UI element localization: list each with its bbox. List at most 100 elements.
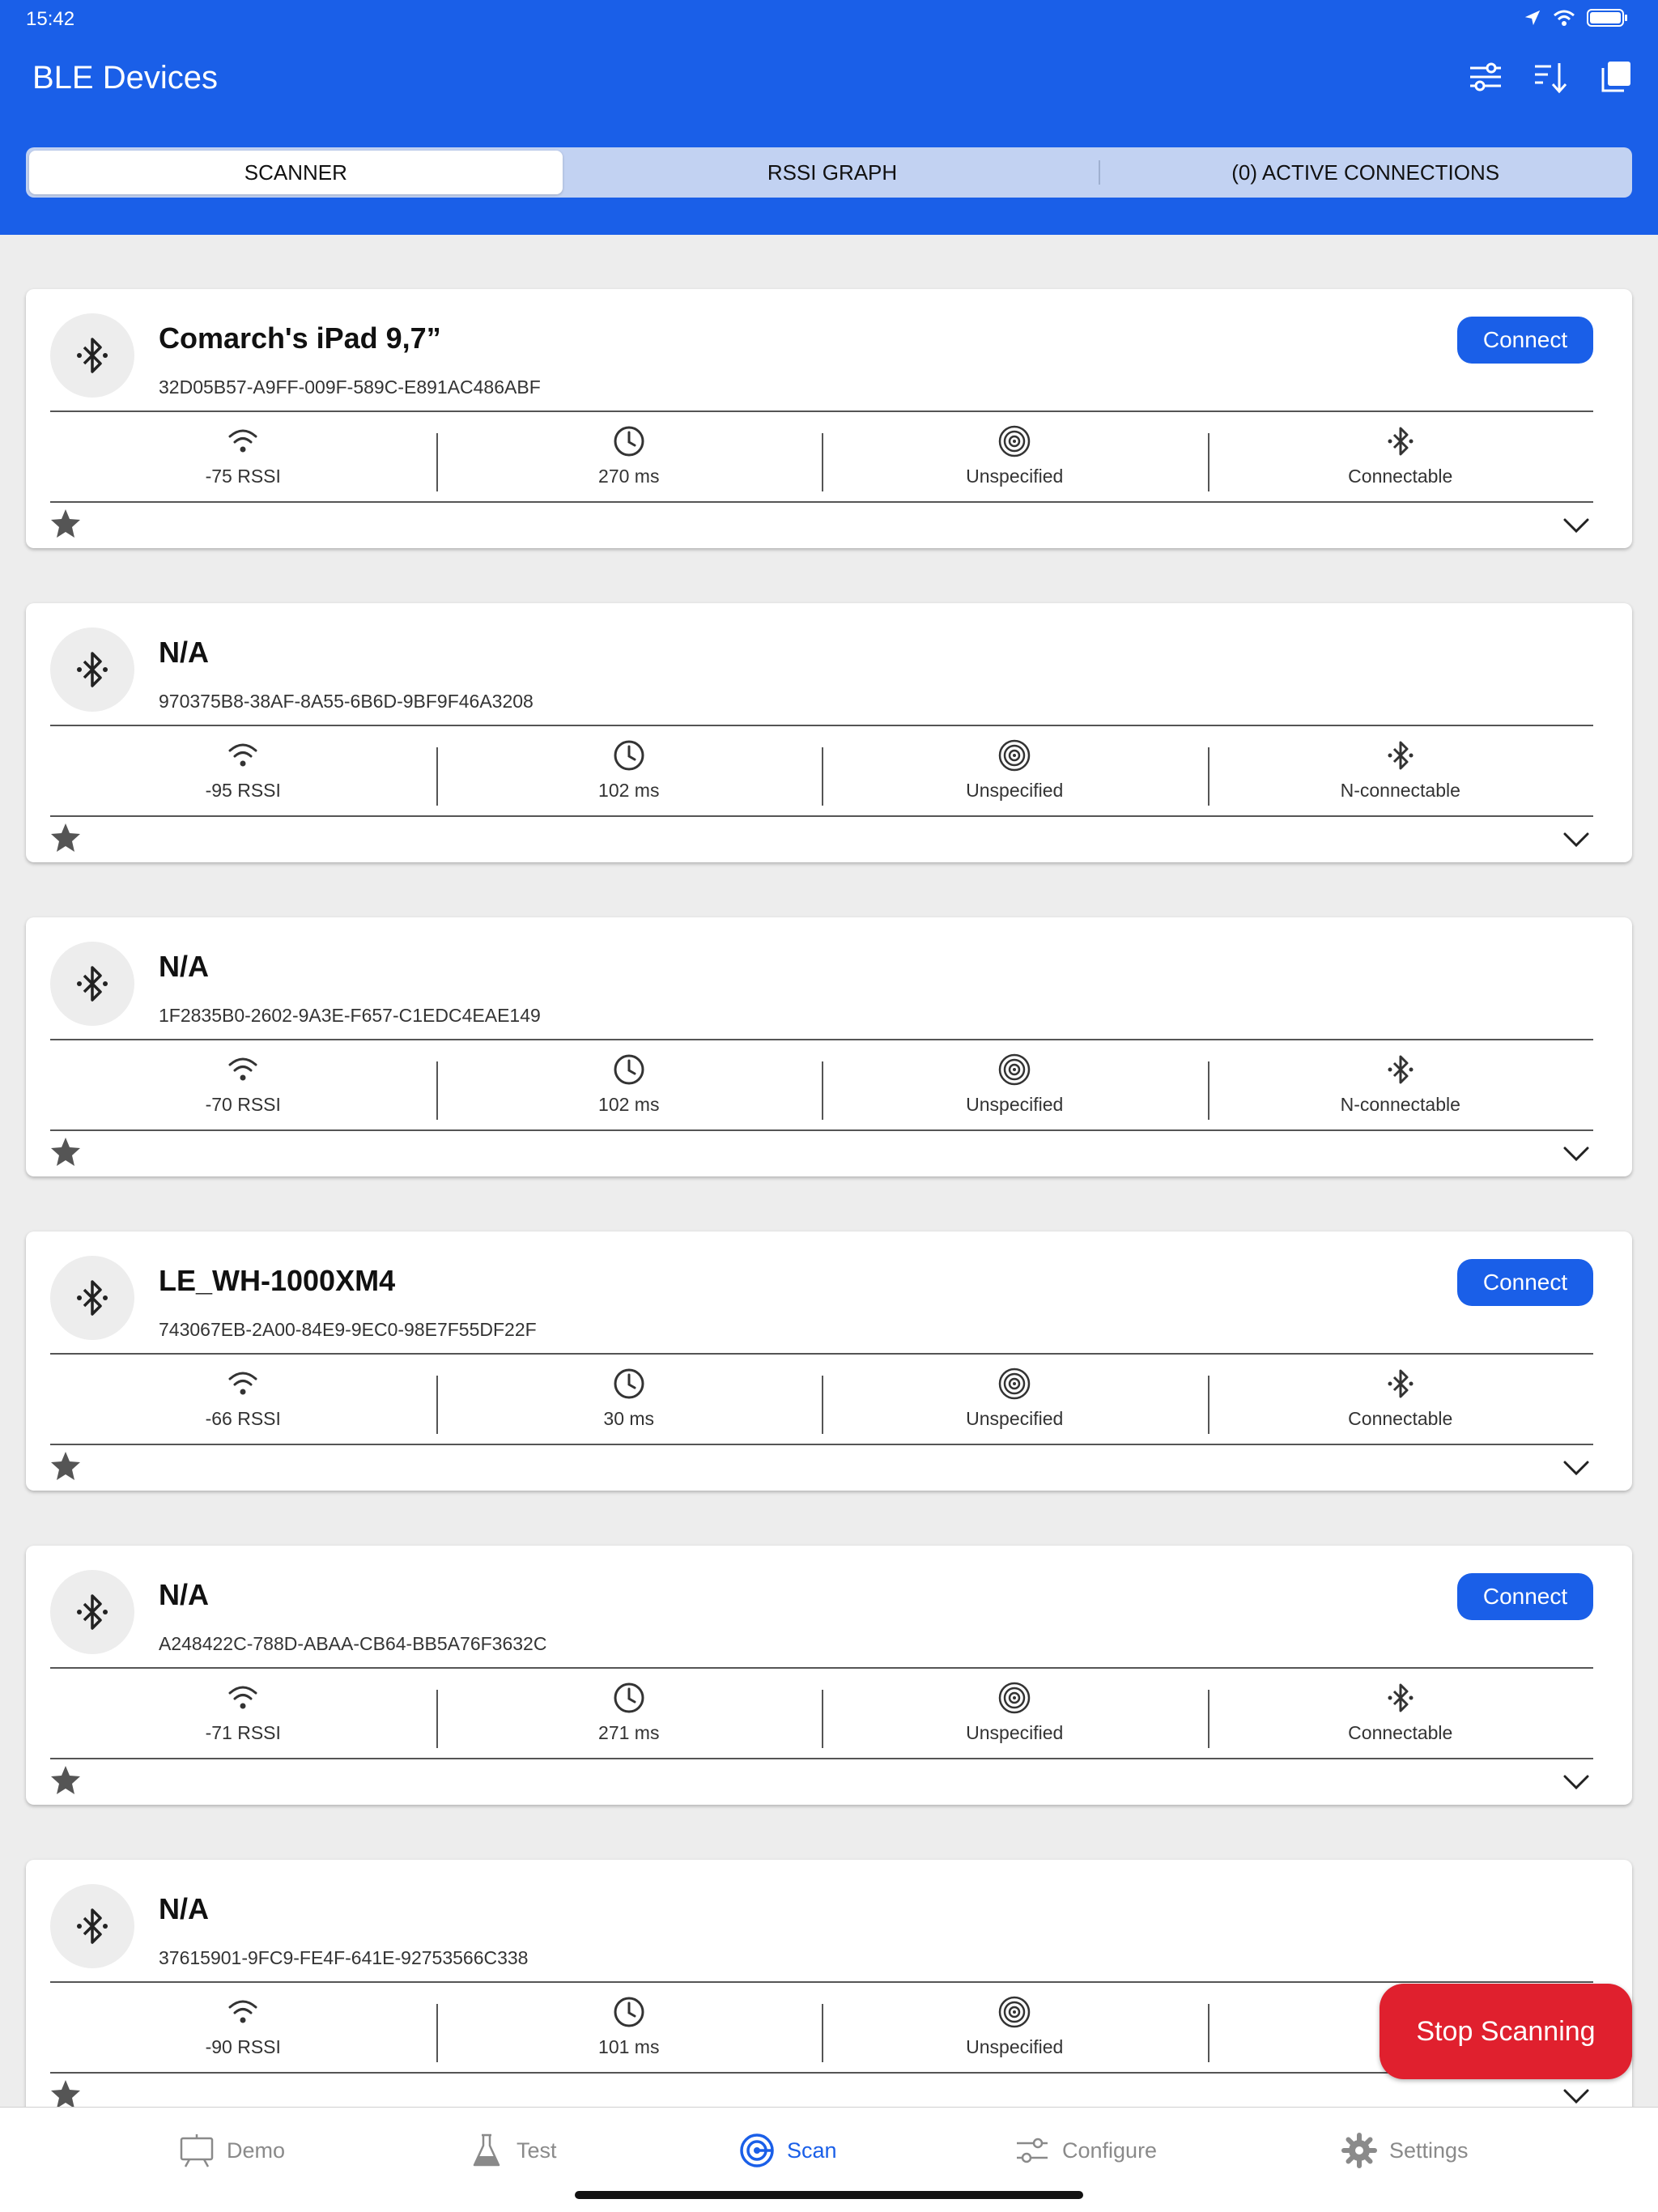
device-uuid: 32D05B57-A9FF-009F-589C-E891AC486ABF xyxy=(159,376,541,398)
divider xyxy=(50,1758,1593,1759)
home-indicator xyxy=(575,2191,1083,2199)
beacon-icon xyxy=(999,739,1031,772)
device-uuid: 1F2835B0-2602-9A3E-F657-C1EDC4EAE149 xyxy=(159,1005,541,1026)
device-uuid: 37615901-9FC9-FE4F-641E-92753566C338 xyxy=(159,1947,529,1968)
wifi-signal-icon xyxy=(228,1372,257,1395)
stat-interval: 270 ms xyxy=(436,423,823,491)
device-stats: -75 RSSI 270 ms Unspecified Connectable xyxy=(50,423,1593,491)
header-actions xyxy=(1467,58,1634,96)
chevron-down-icon[interactable] xyxy=(1562,830,1590,849)
filter-sliders-icon[interactable] xyxy=(1467,58,1504,96)
device-stats: -70 RSSI 102 ms Unspecified N-connectabl… xyxy=(50,1052,1593,1120)
chevron-down-icon[interactable] xyxy=(1562,516,1590,535)
scan-icon xyxy=(740,2133,774,2167)
location-icon xyxy=(1524,10,1541,26)
connect-button[interactable]: Connect xyxy=(1457,1573,1593,1620)
stop-scanning-button[interactable]: Stop Scanning xyxy=(1380,1984,1632,2079)
bottom-tab-settings[interactable]: Settings xyxy=(1341,2132,1469,2169)
favorite-star-icon[interactable] xyxy=(49,1448,83,1482)
bluetooth-icon xyxy=(1388,741,1414,770)
bluetooth-icon xyxy=(77,1908,108,1944)
device-uuid: 970375B8-38AF-8A55-6B6D-9BF9F46A3208 xyxy=(159,691,534,712)
bluetooth-icon xyxy=(77,966,108,1002)
connect-button[interactable]: Connect xyxy=(1457,1259,1593,1306)
stat-beacon: Unspecified xyxy=(822,423,1208,491)
device-card[interactable]: N/A A248422C-788D-ABAA-CB64-BB5A76F3632C… xyxy=(26,1546,1632,1805)
divider xyxy=(50,410,1593,412)
rssi-value: -75 RSSI xyxy=(205,466,281,487)
battery-icon xyxy=(1587,9,1627,27)
divider xyxy=(50,1353,1593,1355)
rssi-value: -90 RSSI xyxy=(205,2036,281,2057)
favorite-star-icon[interactable] xyxy=(49,1763,83,1797)
flask-icon xyxy=(473,2133,500,2167)
connectable-value: N-connectable xyxy=(1340,1094,1460,1115)
sort-icon[interactable] xyxy=(1532,58,1569,96)
favorite-star-icon[interactable] xyxy=(49,2077,83,2107)
bottom-tab-test[interactable]: Test xyxy=(468,2132,557,2169)
device-list: Comarch's iPad 9,7” 32D05B57-A9FF-009F-5… xyxy=(0,235,1658,2107)
chevron-down-icon[interactable] xyxy=(1562,2087,1590,2106)
rssi-value: -66 RSSI xyxy=(205,1408,281,1429)
copy-log-icon[interactable] xyxy=(1596,58,1634,96)
wifi-signal-icon xyxy=(228,1057,257,1081)
bottom-tab-scan[interactable]: Scan xyxy=(738,2132,837,2169)
stat-rssi: -95 RSSI xyxy=(50,738,436,802)
device-name: N/A xyxy=(159,1578,209,1611)
bluetooth-icon xyxy=(77,338,108,373)
interval-value: 102 ms xyxy=(598,780,660,801)
bottom-tab-label: Configure xyxy=(1062,2138,1158,2163)
stat-rssi: -70 RSSI xyxy=(50,1052,436,1117)
bluetooth-icon xyxy=(1388,1369,1414,1398)
tab-scanner[interactable]: SCANNER xyxy=(29,151,563,194)
chevron-down-icon[interactable] xyxy=(1562,1144,1590,1163)
device-uuid: 743067EB-2A00-84E9-9EC0-98E7F55DF22F xyxy=(159,1319,537,1340)
stat-beacon: Unspecified xyxy=(822,1680,1208,1748)
page-title: BLE Devices xyxy=(32,60,218,96)
tab-rssi-graph[interactable]: RSSI GRAPH xyxy=(566,147,1099,198)
bottom-tab-demo[interactable]: Demo xyxy=(178,2132,285,2169)
stat-connectable: Connectable xyxy=(1207,1366,1594,1434)
chevron-down-icon[interactable] xyxy=(1562,1458,1590,1478)
device-card[interactable]: N/A 1F2835B0-2602-9A3E-F657-C1EDC4EAE149… xyxy=(26,917,1632,1176)
beacon-value: Unspecified xyxy=(966,2036,1064,2057)
stat-connectable: Connectable xyxy=(1207,1680,1594,1748)
device-card[interactable]: LE_WH-1000XM4 743067EB-2A00-84E9-9EC0-98… xyxy=(26,1231,1632,1491)
beacon-icon xyxy=(999,1996,1031,2028)
device-card[interactable]: N/A 970375B8-38AF-8A55-6B6D-9BF9F46A3208… xyxy=(26,603,1632,862)
device-card[interactable]: Comarch's iPad 9,7” 32D05B57-A9FF-009F-5… xyxy=(26,289,1632,548)
status-bar: 15:42 xyxy=(0,0,1658,39)
divider xyxy=(50,1129,1593,1131)
bottom-tab-label: Scan xyxy=(787,2138,837,2163)
device-name: Comarch's iPad 9,7” xyxy=(159,321,441,355)
bottom-tab-label: Demo xyxy=(227,2138,286,2163)
tab-active-connections[interactable]: (0) ACTIVE CONNECTIONS xyxy=(1099,147,1632,198)
bluetooth-icon xyxy=(1388,1683,1414,1712)
connectable-value: Connectable xyxy=(1348,1722,1453,1743)
device-stats: -71 RSSI 271 ms Unspecified Connectable xyxy=(50,1680,1594,1748)
bluetooth-icon xyxy=(77,1280,108,1316)
connect-button[interactable]: Connect xyxy=(1457,317,1593,364)
chevron-down-icon[interactable] xyxy=(1562,1772,1590,1792)
presentation-icon xyxy=(180,2134,214,2167)
interval-value: 271 ms xyxy=(598,1722,660,1743)
beacon-icon xyxy=(999,1682,1031,1714)
connectable-value: Connectable xyxy=(1348,1408,1453,1429)
stat-interval: 30 ms xyxy=(436,1366,823,1434)
status-time: 15:42 xyxy=(26,8,75,30)
bluetooth-icon xyxy=(1388,427,1414,456)
rssi-value: -70 RSSI xyxy=(205,1094,281,1115)
device-name: LE_WH-1000XM4 xyxy=(159,1264,396,1297)
beacon-icon xyxy=(999,1053,1031,1086)
device-stats: -95 RSSI 102 ms Unspecified N-connectabl… xyxy=(50,738,1593,806)
stat-rssi: -71 RSSI xyxy=(50,1680,436,1745)
wifi-signal-icon xyxy=(228,1686,257,1709)
stat-interval: 102 ms xyxy=(436,1052,823,1120)
bottom-tab-configure[interactable]: Configure xyxy=(1014,2132,1157,2169)
favorite-star-icon[interactable] xyxy=(49,820,83,854)
beacon-icon xyxy=(999,425,1031,457)
favorite-star-icon[interactable] xyxy=(49,506,83,540)
stat-rssi: -90 RSSI xyxy=(50,1994,436,2059)
beacon-value: Unspecified xyxy=(966,1094,1064,1115)
favorite-star-icon[interactable] xyxy=(49,1134,83,1168)
